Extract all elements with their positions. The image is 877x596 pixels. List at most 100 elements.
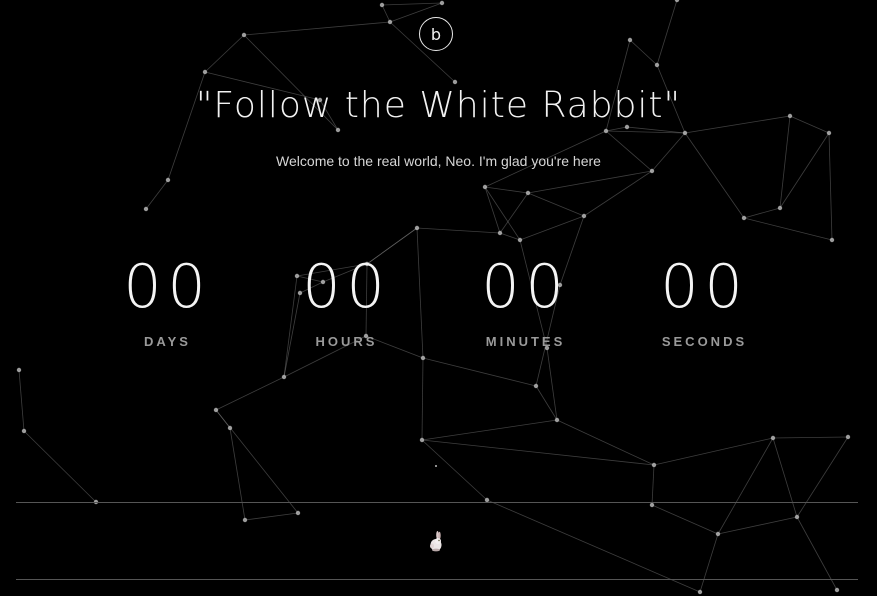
minutes-value: 00	[481, 252, 570, 322]
network-node	[794, 514, 800, 520]
hours-label: HOURS	[315, 334, 378, 349]
page-title: "Follow the White Rabbit"	[195, 85, 682, 126]
loading-dot	[435, 465, 437, 467]
network-node	[845, 434, 851, 440]
seconds-label: SECONDS	[661, 334, 748, 349]
network-link	[244, 512, 299, 521]
network-link	[416, 227, 501, 234]
network-link	[215, 376, 285, 411]
logo-badge[interactable]: b	[419, 17, 453, 51]
network-node	[242, 517, 248, 523]
network-node	[379, 2, 385, 8]
network-link	[204, 34, 245, 73]
network-link	[535, 385, 558, 421]
minutes-label: MINUTES	[485, 334, 566, 349]
network-node	[281, 374, 287, 380]
network-node	[770, 435, 776, 441]
network-node	[414, 225, 420, 231]
network-link	[421, 439, 655, 466]
network-link	[717, 516, 798, 535]
network-node	[741, 215, 747, 221]
network-link	[23, 430, 97, 503]
countdown-seconds: 00 SECONDS	[615, 252, 794, 349]
network-node	[16, 367, 22, 373]
footer-divider-bottom	[16, 579, 858, 580]
network-node	[581, 213, 587, 219]
network-link	[215, 409, 299, 514]
countdown-minutes: 00 MINUTES	[436, 252, 615, 349]
days-value: 00	[123, 252, 212, 322]
network-link	[229, 427, 246, 521]
network-link	[656, 0, 678, 66]
network-node	[829, 237, 835, 243]
network-node	[517, 237, 523, 243]
days-label: DAYS	[144, 334, 191, 349]
network-link	[772, 436, 849, 439]
network-link	[243, 21, 391, 36]
network-node	[654, 62, 660, 68]
seconds-value: 00	[660, 252, 749, 322]
network-node	[627, 37, 633, 43]
network-link	[499, 232, 521, 241]
network-link	[421, 439, 488, 501]
network-link	[527, 170, 653, 194]
network-node	[143, 206, 149, 212]
network-node	[649, 168, 655, 174]
network-link	[499, 192, 529, 234]
network-link	[556, 419, 655, 466]
network-node	[826, 130, 832, 136]
network-link	[583, 170, 653, 217]
countdown-days: 00 DAYS	[78, 252, 257, 349]
network-node	[241, 32, 247, 38]
network-node	[335, 127, 341, 133]
network-link	[421, 419, 558, 441]
network-link	[651, 504, 719, 535]
network-link	[743, 217, 833, 241]
network-node	[651, 462, 657, 468]
network-node	[295, 510, 301, 516]
network-link	[484, 186, 529, 194]
network-node	[21, 428, 27, 434]
network-node	[439, 0, 445, 6]
network-link	[421, 357, 424, 441]
network-link	[519, 215, 585, 241]
network-node	[482, 184, 488, 190]
network-link	[18, 369, 25, 432]
network-node	[674, 0, 680, 3]
network-node	[525, 190, 531, 196]
network-link	[699, 533, 719, 593]
network-link	[772, 437, 798, 518]
network-node	[649, 502, 655, 508]
network-link	[651, 464, 655, 506]
network-node	[213, 407, 219, 413]
network-link	[796, 436, 849, 518]
network-node	[682, 130, 688, 136]
network-node	[419, 437, 425, 443]
network-node	[554, 417, 560, 423]
network-link	[717, 437, 774, 535]
network-node	[452, 79, 458, 85]
network-link	[381, 2, 443, 6]
network-node	[715, 531, 721, 537]
network-node	[165, 177, 171, 183]
countdown-timer: 00 DAYS 00 HOURS 00 MINUTES 00 SECONDS	[78, 252, 794, 349]
rabbit-icon[interactable]	[426, 531, 446, 553]
network-node	[202, 69, 208, 75]
network-node	[834, 587, 840, 593]
network-node	[697, 589, 703, 595]
footer-divider-top	[16, 502, 858, 503]
welcome-message: Welcome to the real world, Neo. I'm glad…	[276, 153, 601, 169]
network-link	[779, 132, 830, 209]
countdown-hours: 00 HOURS	[257, 252, 436, 349]
network-link	[743, 207, 781, 219]
network-link	[527, 192, 585, 217]
network-link	[828, 132, 833, 241]
network-link	[653, 437, 774, 466]
network-link	[422, 357, 537, 387]
hours-value: 00	[302, 252, 391, 322]
logo-letter: b	[430, 24, 442, 44]
network-node	[497, 230, 503, 236]
network-link	[484, 186, 501, 234]
network-link	[684, 132, 745, 219]
network-node	[777, 205, 783, 211]
